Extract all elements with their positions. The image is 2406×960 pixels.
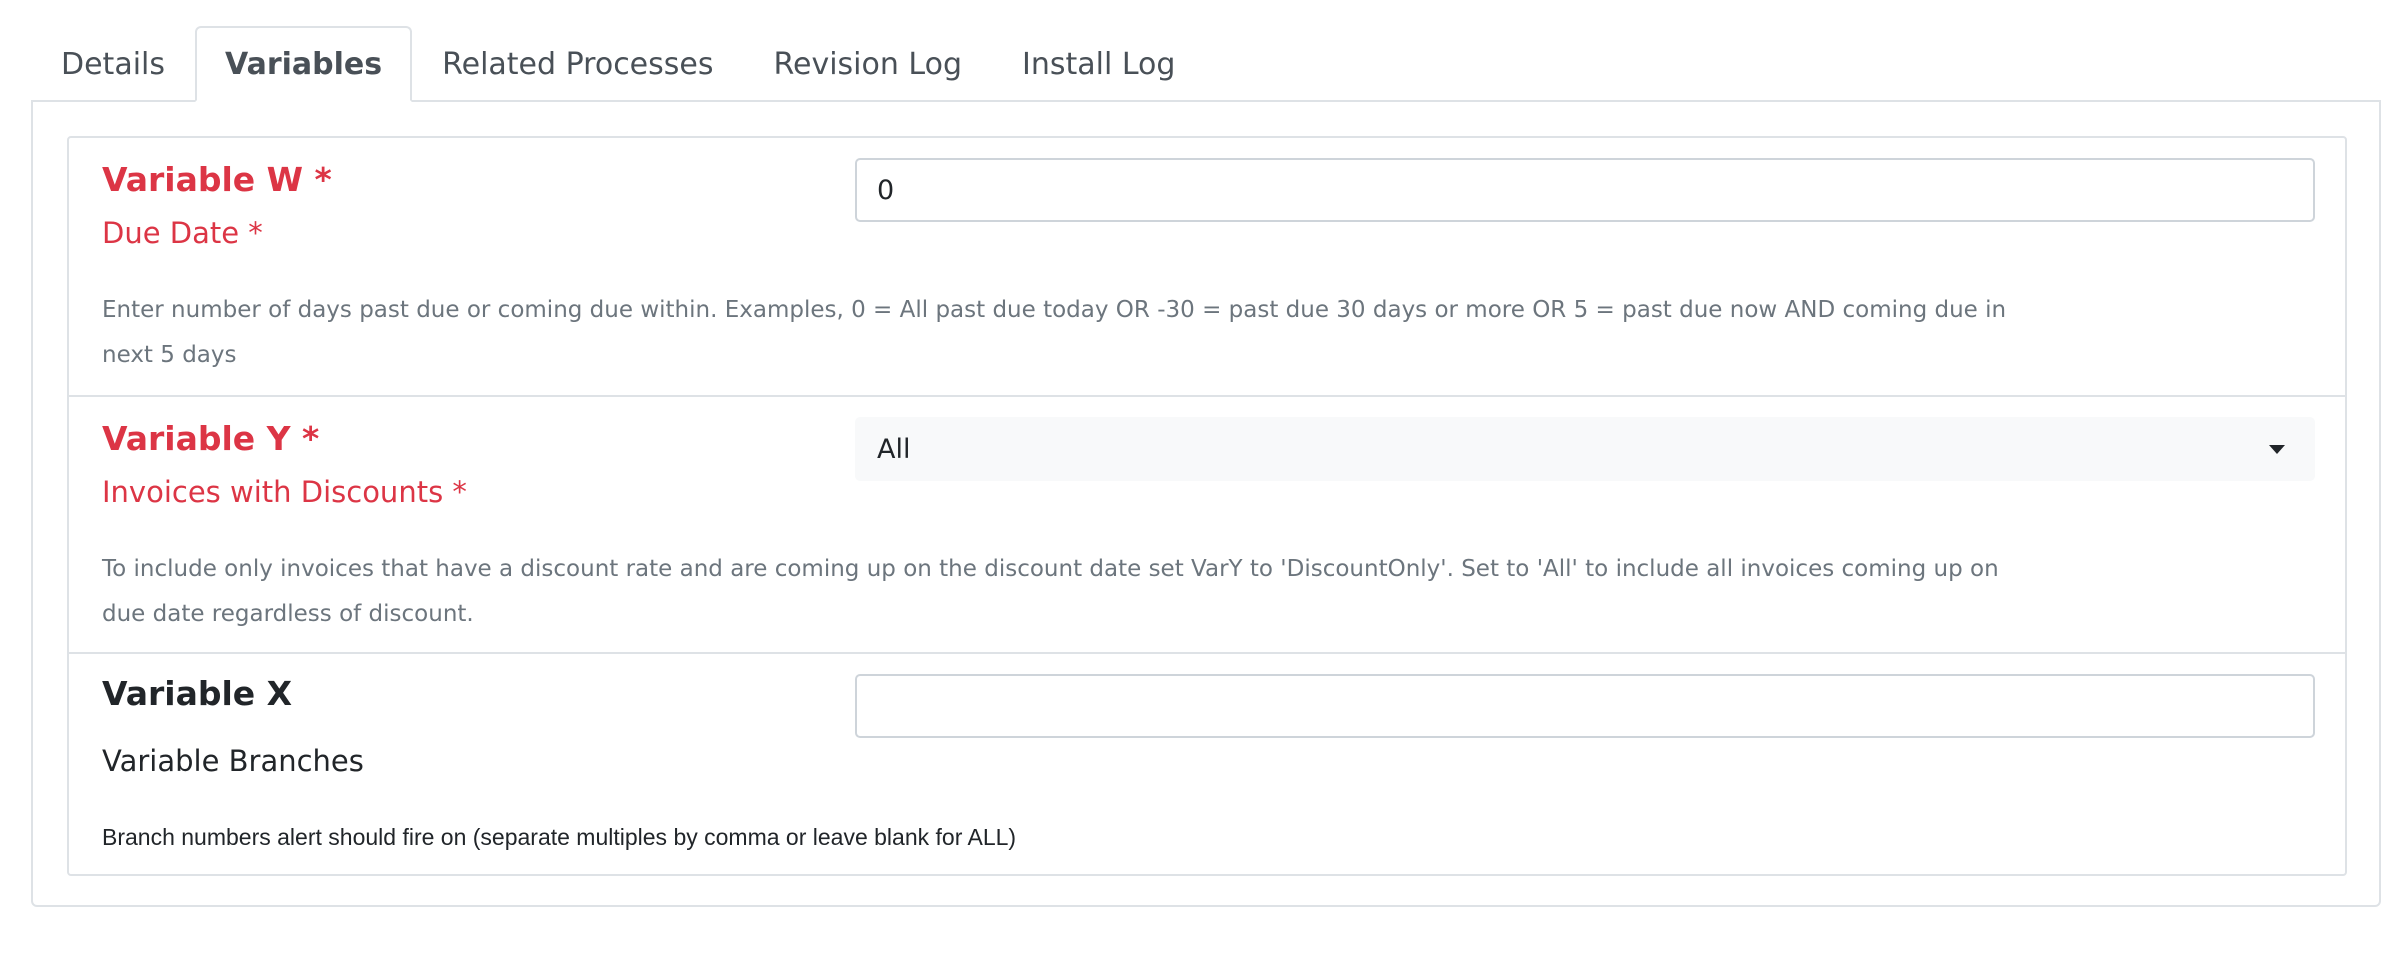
tab-details[interactable]: Details — [31, 26, 195, 102]
tab-variables[interactable]: Variables — [195, 26, 413, 102]
variable-y-name: Variable Y * — [102, 419, 320, 458]
variable-w-help: Enter number of days past due or coming … — [102, 297, 2007, 368]
tab-related-processes[interactable]: Related Processes — [412, 26, 743, 102]
tab-bar: Details Variables Related Processes Revi… — [31, 26, 1205, 102]
variable-x-row: Variable X Variable Branches Branch numb… — [69, 652, 2345, 874]
tab-revision-log[interactable]: Revision Log — [744, 26, 993, 102]
variable-w-input[interactable] — [855, 158, 2315, 222]
variable-w-row: Variable W * Due Date * Enter number of … — [69, 138, 2345, 395]
variable-w-name: Variable W * — [102, 160, 332, 199]
tab-install-log[interactable]: Install Log — [992, 26, 1205, 102]
variable-w-label: Due Date * — [102, 216, 263, 250]
variable-x-label: Variable Branches — [102, 744, 364, 778]
variable-x-name: Variable X — [102, 674, 293, 713]
caret-down-icon — [2269, 444, 2285, 454]
variable-x-help: Branch numbers alert should fire on (sep… — [102, 824, 1017, 850]
variable-y-label: Invoices with Discounts * — [102, 475, 467, 509]
variables-tab-panel: Variable W * Due Date * Enter number of … — [31, 100, 2381, 907]
variable-y-selected-value: All — [877, 433, 911, 465]
variable-y-row: Variable Y * Invoices with Discounts * A… — [69, 395, 2345, 652]
variables-list: Variable W * Due Date * Enter number of … — [67, 136, 2347, 876]
variable-y-help: To include only invoices that have a dis… — [102, 556, 1999, 627]
variable-y-select[interactable]: All — [855, 417, 2315, 481]
variable-x-input[interactable] — [855, 674, 2315, 738]
